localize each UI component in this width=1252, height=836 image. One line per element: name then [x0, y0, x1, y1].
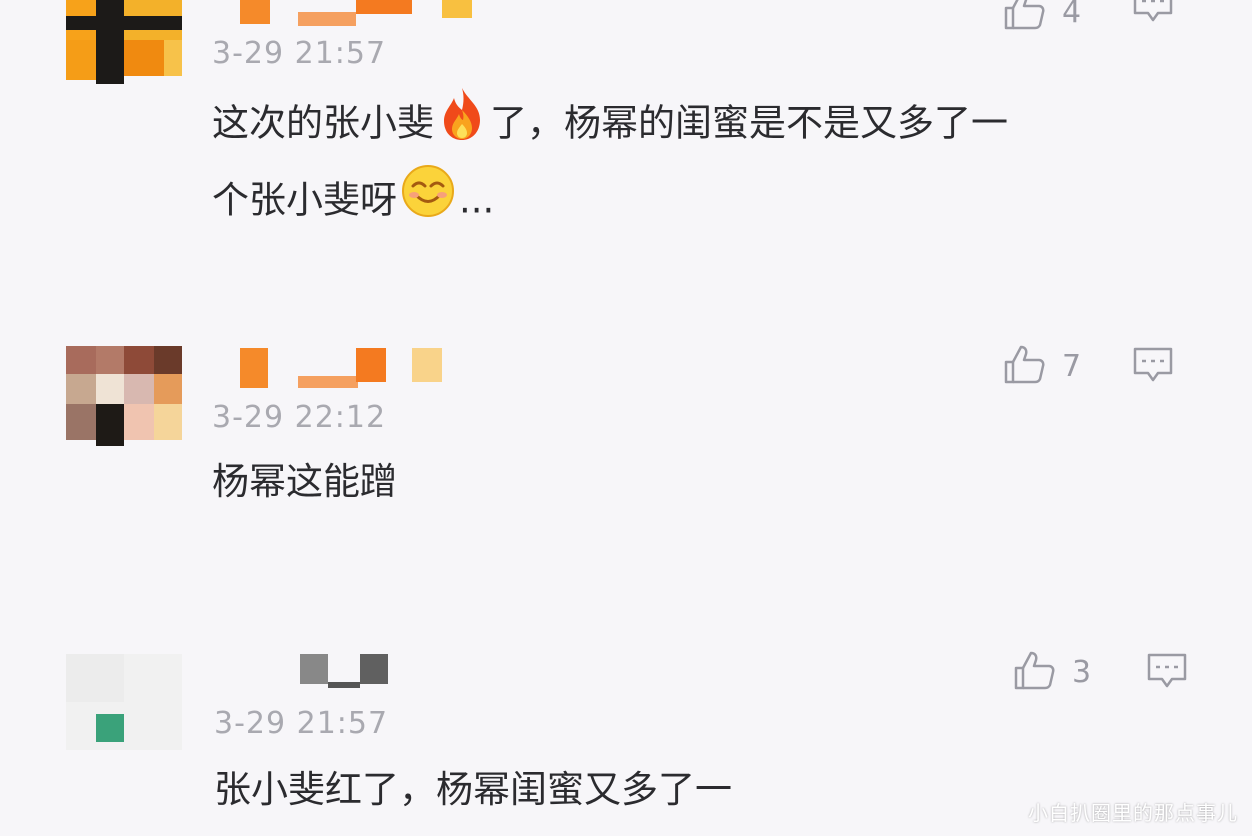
watermark: 小白扒圈里的那点事儿: [1028, 801, 1238, 825]
reply-button[interactable]: [1132, 346, 1174, 388]
thumbs-up-icon: [1002, 342, 1046, 390]
like-button[interactable]: 7: [1002, 342, 1081, 390]
comment-item: 3-29 21:57 这次的张小斐 了，杨幂的闺蜜是不是又多了一 个张小斐呀... …: [0, 0, 1252, 300]
avatar[interactable]: [66, 0, 182, 84]
comment-bubble-icon: [1146, 653, 1188, 694]
comment-time: 3-29 21:57: [212, 36, 387, 71]
avatar[interactable]: [66, 346, 182, 446]
avatar[interactable]: [66, 654, 182, 750]
thumbs-up-icon: [1012, 648, 1056, 696]
like-count: 7: [1062, 348, 1082, 384]
username-censored[interactable]: [236, 0, 476, 40]
fire-emoji: [438, 86, 486, 164]
comment-text-part: 个张小斐呀: [212, 178, 397, 222]
comment-text-part: 这次的张小斐: [212, 101, 434, 145]
smiling-face-emoji: [401, 164, 455, 240]
comment-time: 3-29 21:57: [214, 706, 389, 741]
like-count: 4: [1062, 0, 1082, 30]
comment-bubble-icon: [1132, 347, 1174, 388]
thumbs-up-icon: [1002, 0, 1046, 36]
comment-bubble-icon: [1132, 0, 1174, 28]
comment-text-part: ...: [459, 178, 495, 222]
comment-time: 3-29 22:12: [212, 400, 387, 435]
like-button[interactable]: 4: [1002, 0, 1081, 36]
username-censored[interactable]: [236, 654, 406, 694]
like-button[interactable]: 3: [1012, 648, 1091, 696]
comment-text-part: 了，杨幂的闺蜜是不是又多了一: [490, 101, 1008, 145]
reply-button[interactable]: [1146, 652, 1188, 694]
comment-text: 这次的张小斐 了，杨幂的闺蜜是不是又多了一个张小斐呀...: [212, 86, 1172, 240]
reply-button[interactable]: [1132, 0, 1174, 28]
comment-text: 杨幂这能蹭: [212, 460, 397, 503]
username-censored[interactable]: [236, 348, 456, 388]
like-count: 3: [1072, 654, 1092, 690]
comment-item: 3-29 22:12 杨幂这能蹭 7: [0, 340, 1252, 580]
comment-list: 3-29 21:57 这次的张小斐 了，杨幂的闺蜜是不是又多了一 个张小斐呀... …: [0, 0, 1252, 836]
